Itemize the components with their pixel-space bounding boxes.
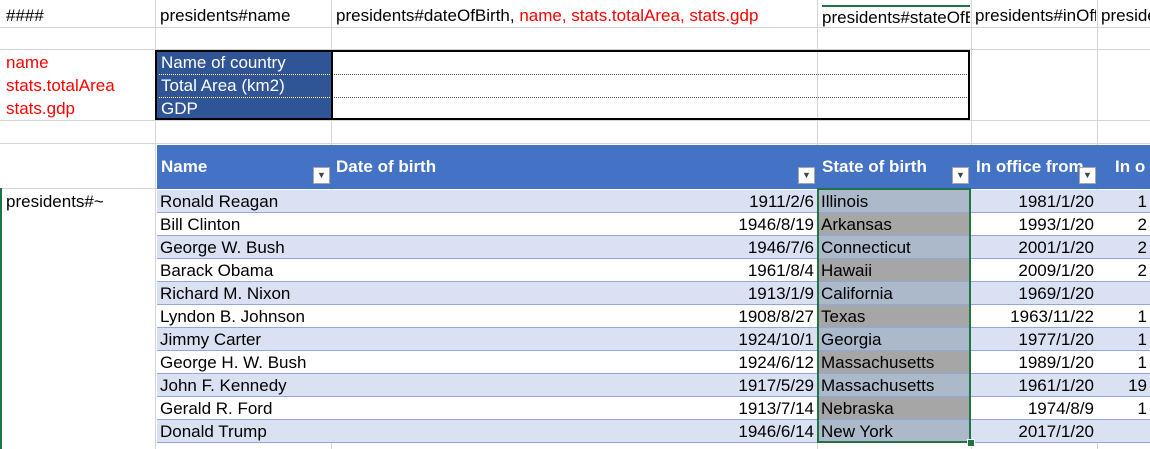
cell-a1[interactable]: ####: [6, 5, 151, 27]
cell-in-office-to[interactable]: 2: [1098, 213, 1150, 236]
row-gridline: [0, 27, 1150, 28]
cell-in-office-from[interactable]: 1981/1/20: [972, 190, 1097, 213]
cell-name[interactable]: Barack Obama: [157, 259, 331, 282]
cell-in-office-to[interactable]: 1: [1098, 190, 1150, 213]
cell-in-office-from[interactable]: 1969/1/20: [972, 282, 1097, 305]
cell-name[interactable]: Bill Clinton: [157, 213, 331, 236]
cell-in-office-from[interactable]: 1993/1/20: [972, 213, 1097, 236]
cell-in-office-to[interactable]: [1098, 420, 1150, 443]
chevron-down-icon[interactable]: ▼: [1079, 167, 1096, 184]
row-gridline: [0, 120, 1150, 121]
selection-edge: [0, 188, 2, 449]
cell-f1[interactable]: presidents#: [1101, 5, 1150, 27]
cell-c1-params: name, stats.totalArea, stats.gdp: [514, 6, 759, 25]
cell-in-office-from[interactable]: 2017/1/20: [972, 420, 1097, 443]
header-name[interactable]: Name: [157, 147, 331, 187]
param-name-label[interactable]: name: [6, 52, 151, 74]
cell-in-office-to[interactable]: 1: [1098, 397, 1150, 420]
country-info-box: [155, 50, 970, 120]
chevron-down-icon[interactable]: ▼: [952, 167, 969, 184]
cell-name[interactable]: George H. W. Bush: [157, 351, 331, 374]
cell-d1[interactable]: presidents#stateOfBirth: [822, 5, 970, 29]
cell-name[interactable]: Donald Trump: [157, 420, 331, 443]
cell-in-office-to[interactable]: 19: [1098, 374, 1150, 397]
cell-in-office-from[interactable]: 1989/1/20: [972, 351, 1097, 374]
selected-range[interactable]: [817, 188, 971, 443]
cell-in-office-to[interactable]: 1: [1098, 328, 1150, 351]
chevron-down-icon[interactable]: ▼: [798, 167, 815, 184]
cell-in-office-from[interactable]: 2001/1/20: [972, 236, 1097, 259]
cell-name[interactable]: Lyndon B. Johnson: [157, 305, 331, 328]
cell-name[interactable]: Gerald R. Ford: [157, 397, 331, 420]
header-date-of-birth[interactable]: Date of birth: [332, 147, 817, 187]
cell-name[interactable]: John F. Kennedy: [157, 374, 331, 397]
cell-in-office-to[interactable]: [1098, 282, 1150, 305]
param-area-label[interactable]: stats.totalArea: [6, 75, 151, 97]
cell-name[interactable]: George W. Bush: [157, 236, 331, 259]
cell-c1-template: presidents#dateOfBirth,: [336, 6, 515, 25]
cell-in-office-from[interactable]: 1977/1/20: [972, 328, 1097, 351]
cell-name[interactable]: Jimmy Carter: [157, 328, 331, 351]
cell-date-of-birth[interactable]: 1946/6/14: [332, 420, 817, 443]
cell-date-of-birth[interactable]: 1946/7/6: [332, 236, 817, 259]
cell-in-office-from[interactable]: 1963/11/22: [972, 305, 1097, 328]
cell-date-of-birth[interactable]: 1913/7/14: [332, 397, 817, 420]
list-marker[interactable]: presidents#~: [6, 191, 151, 213]
cell-in-office-from[interactable]: 2009/1/20: [972, 259, 1097, 282]
cell-name[interactable]: Richard M. Nixon: [157, 282, 331, 305]
spreadsheet-grid[interactable]: #### presidents#name presidents#dateOfBi…: [0, 0, 1150, 449]
cell-in-office-from[interactable]: 1974/8/9: [972, 397, 1097, 420]
fill-handle[interactable]: [967, 439, 975, 447]
param-gdp-label[interactable]: stats.gdp: [6, 98, 151, 120]
cell-in-office-to[interactable]: 1: [1098, 305, 1150, 328]
cell-in-office-to[interactable]: 2: [1098, 259, 1150, 282]
cell-c1[interactable]: presidents#dateOfBirth, name, stats.tota…: [336, 5, 816, 27]
cell-date-of-birth[interactable]: 1961/8/4: [332, 259, 817, 282]
cell-date-of-birth[interactable]: 1924/10/1: [332, 328, 817, 351]
header-state-of-birth[interactable]: State of birth: [818, 147, 971, 187]
cell-b1[interactable]: presidents#name: [160, 5, 330, 27]
cell-e1[interactable]: presidents#inOffice: [975, 5, 1096, 27]
cell-date-of-birth[interactable]: 1946/8/19: [332, 213, 817, 236]
cell-date-of-birth[interactable]: 1917/5/29: [332, 374, 817, 397]
cell-date-of-birth[interactable]: 1913/1/9: [332, 282, 817, 305]
cell-in-office-to[interactable]: 2: [1098, 236, 1150, 259]
cell-in-office-from[interactable]: 1961/1/20: [972, 374, 1097, 397]
cell-date-of-birth[interactable]: 1924/6/12: [332, 351, 817, 374]
header-in-office-to[interactable]: In o: [1111, 147, 1150, 187]
chevron-down-icon[interactable]: ▼: [313, 167, 330, 184]
row-gridline: [0, 143, 1150, 144]
cell-name[interactable]: Ronald Reagan: [157, 190, 331, 213]
cell-date-of-birth[interactable]: 1911/2/6: [332, 190, 817, 213]
cell-in-office-to[interactable]: 1: [1098, 351, 1150, 374]
cell-date-of-birth[interactable]: 1908/8/27: [332, 305, 817, 328]
